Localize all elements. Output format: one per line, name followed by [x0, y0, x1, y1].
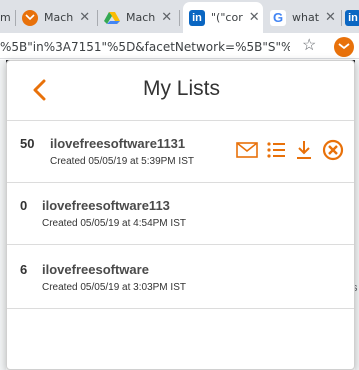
popup-header: My Lists: [7, 61, 354, 121]
list-count: 50: [20, 136, 35, 151]
tab-linkedin-2[interactable]: in: [345, 2, 359, 33]
tab-title: Mach: [126, 11, 156, 24]
tab-title: m: [0, 11, 11, 24]
address-bar: %5B"in%3A7151"%5D&facetNetwork=%5B"S"%2C…: [0, 33, 359, 59]
download-icon[interactable]: [293, 139, 315, 161]
list-count: 6: [20, 262, 28, 277]
list-name[interactable]: ilovefreesoftware113: [42, 198, 170, 213]
list-icon[interactable]: [265, 139, 287, 161]
page-background-right: [355, 60, 359, 370]
list-created-date: Created 05/05/19 at 3:03PM IST: [42, 282, 186, 293]
tab-close-icon[interactable]: ✕: [249, 10, 260, 25]
drive-favicon-icon: [104, 10, 120, 26]
tab-title: Mach: [44, 11, 74, 24]
list-created-date: Created 05/05/19 at 5:39PM IST: [50, 156, 194, 167]
email-extension-icon[interactable]: [334, 37, 354, 57]
tab-mach-1[interactable]: Mach ✕: [22, 2, 98, 33]
popup-title: My Lists: [142, 77, 220, 100]
list-created-date: Created 05/05/19 at 4:54PM IST: [42, 218, 186, 229]
mail-favicon-icon: [22, 9, 38, 26]
tab-mach-2[interactable]: Mach ✕: [104, 2, 180, 33]
tab-title: what: [292, 11, 320, 24]
my-lists-popup: My Lists 50 ilovefreesoftware1131 Create…: [6, 60, 355, 370]
tab-partial[interactable]: m: [0, 2, 16, 33]
email-icon[interactable]: [235, 139, 259, 161]
tab-separator: [97, 10, 98, 26]
tab-linkedin-active[interactable]: in "("cor ✕: [183, 2, 263, 33]
tab-google[interactable]: G what ✕: [266, 2, 342, 33]
delete-circle-icon[interactable]: [321, 138, 345, 162]
google-favicon-icon: G: [270, 9, 286, 26]
tab-separator: [341, 10, 342, 26]
tab-separator: [179, 10, 180, 26]
tab-title: "("cor: [211, 11, 243, 24]
tab-strip: m Mach ✕ Mach ✕ in "("cor ✕ G what ✕ in: [0, 0, 359, 33]
list-item[interactable]: 0 ilovefreesoftware113 Created 05/05/19 …: [7, 183, 354, 245]
star-outline-icon[interactable]: ☆: [302, 37, 316, 55]
url-field[interactable]: %5B"in%3A7151"%5D&facetNetwork=%5B"S"%2C…: [0, 37, 290, 57]
linkedin-favicon-icon: in: [345, 9, 359, 26]
linkedin-favicon-icon: in: [189, 9, 205, 26]
list-name[interactable]: ilovefreesoftware1131: [50, 136, 185, 151]
tab-close-icon[interactable]: ✕: [325, 10, 336, 25]
tab-close-icon[interactable]: ✕: [79, 10, 90, 25]
list-item[interactable]: 50 ilovefreesoftware1131 Created 05/05/1…: [7, 121, 354, 183]
tab-close-icon[interactable]: ✕: [161, 10, 172, 25]
list-item[interactable]: 6 ilovefreesoftware Created 05/05/19 at …: [7, 247, 354, 309]
list-actions: [235, 138, 345, 162]
tab-separator: [15, 10, 16, 26]
list-name[interactable]: ilovefreesoftware: [42, 262, 149, 277]
list-count: 0: [20, 198, 28, 213]
